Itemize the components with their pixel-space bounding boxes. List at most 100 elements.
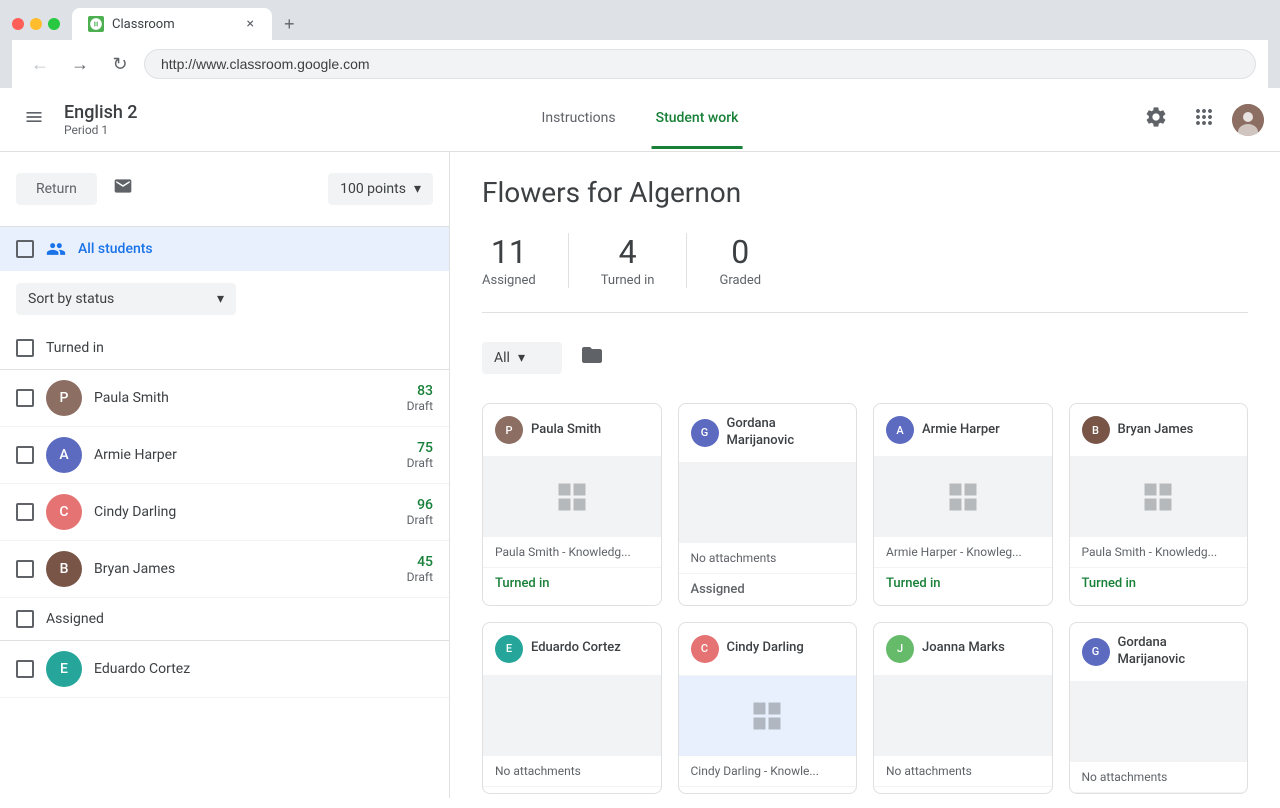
apps-button[interactable]: [1184, 97, 1224, 143]
thumbnail-grid-icon-4: [749, 698, 785, 734]
bryan-james-checkbox[interactable]: [16, 560, 34, 578]
card-header-gordana-2: G Gordana Marijanovic: [1070, 623, 1248, 682]
email-button[interactable]: [105, 168, 141, 210]
main-layout: Return 100 points ▾ All students Sort by…: [0, 152, 1280, 798]
stat-graded: 0 Graded: [719, 233, 793, 288]
classroom-app: English 2 Period 1 Instructions Student …: [0, 88, 1280, 808]
points-selector[interactable]: 100 points ▾: [328, 173, 433, 205]
cindy-darling-grade: 96 Draft: [407, 497, 433, 527]
folder-button[interactable]: [574, 337, 610, 379]
card-attachment-eduardo-cortez: No attachments: [483, 756, 661, 787]
stat-graded-label: Graded: [719, 273, 761, 288]
card-gordana-marijanovic-1[interactable]: G Gordana Marijanovic No attachments Ass…: [678, 403, 858, 606]
card-name-eduardo-cortez: Eduardo Cortez: [531, 640, 621, 657]
paula-smith-checkbox[interactable]: [16, 389, 34, 407]
tab-student-work[interactable]: Student work: [652, 90, 743, 149]
course-info: English 2 Period 1: [64, 102, 138, 137]
stat-graded-number: 0: [719, 233, 761, 271]
filter-row: All ▾: [482, 337, 1248, 379]
eduardo-cortez-avatar: E: [46, 651, 82, 687]
tab-bar: Classroom × +: [12, 8, 1268, 40]
assignment-title: Flowers for Algernon: [482, 176, 1248, 209]
card-avatar-bryan-james: B: [1082, 416, 1110, 444]
student-row-paula-smith[interactable]: P Paula Smith 83 Draft: [0, 370, 449, 427]
eduardo-cortez-name: Eduardo Cortez: [94, 661, 433, 677]
student-row-armie-harper[interactable]: A Armie Harper 75 Draft: [0, 427, 449, 484]
paula-smith-grade: 83 Draft: [407, 383, 433, 413]
armie-harper-grade: 75 Draft: [407, 440, 433, 470]
active-browser-tab[interactable]: Classroom ×: [72, 8, 272, 40]
card-joanna-marks[interactable]: J Joanna Marks No attachments: [873, 622, 1053, 794]
card-thumbnail-gordana-2: [1070, 682, 1248, 762]
course-subtitle: Period 1: [64, 123, 138, 137]
browser-chrome: Classroom × + ← → ↻: [0, 0, 1280, 88]
card-armie-harper[interactable]: A Armie Harper Armie Harper - Knowleg...…: [873, 403, 1053, 606]
avatar[interactable]: [1232, 104, 1264, 136]
tab-close-button[interactable]: ×: [245, 14, 256, 34]
card-attachment-armie-harper: Armie Harper - Knowleg...: [874, 537, 1052, 568]
cindy-darling-checkbox[interactable]: [16, 503, 34, 521]
card-paula-smith[interactable]: P Paula Smith Paula Smith - Knowledg... …: [482, 403, 662, 606]
assigned-section-checkbox[interactable]: [16, 610, 34, 628]
card-name-gordana-2: Gordana Marijanovic: [1118, 635, 1236, 669]
paula-smith-name: Paula Smith: [94, 390, 395, 406]
armie-harper-checkbox[interactable]: [16, 446, 34, 464]
sidebar-actions: Return 100 points ▾: [0, 152, 449, 227]
student-row-bryan-james[interactable]: B Bryan James 45 Draft: [0, 541, 449, 598]
settings-button[interactable]: [1136, 97, 1176, 143]
tab-favicon: [88, 16, 104, 32]
address-bar[interactable]: [144, 49, 1256, 79]
forward-button[interactable]: →: [64, 48, 96, 80]
card-header-cindy-darling: C Cindy Darling: [679, 623, 857, 676]
card-bryan-james[interactable]: B Bryan James Paula Smith - Knowledg... …: [1069, 403, 1249, 606]
all-students-checkbox[interactable]: [16, 240, 34, 258]
card-thumbnail-joanna-marks: [874, 676, 1052, 756]
card-eduardo-cortez[interactable]: E Eduardo Cortez No attachments: [482, 622, 662, 794]
turned-in-section-header: Turned in: [0, 327, 449, 370]
card-avatar-paula-smith: P: [495, 416, 523, 444]
close-traffic-light[interactable]: [12, 18, 24, 30]
card-header-armie-harper: A Armie Harper: [874, 404, 1052, 457]
hamburger-menu-button[interactable]: [16, 99, 52, 141]
stat-turned-in-number: 4: [601, 233, 655, 271]
minimize-traffic-light[interactable]: [30, 18, 42, 30]
all-students-label: All students: [78, 241, 153, 257]
sidebar: Return 100 points ▾ All students Sort by…: [0, 152, 450, 798]
traffic-lights: [12, 18, 60, 30]
sort-row: Sort by status ▾: [0, 271, 449, 327]
browser-controls: ← → ↻: [12, 40, 1268, 88]
eduardo-cortez-checkbox[interactable]: [16, 660, 34, 678]
card-status-paula-smith: Turned in: [483, 568, 661, 599]
student-row-eduardo-cortez[interactable]: E Eduardo Cortez: [0, 641, 449, 698]
card-gordana-marijanovic-2[interactable]: G Gordana Marijanovic No attachments: [1069, 622, 1249, 794]
card-thumbnail-armie-harper: [874, 457, 1052, 537]
return-button[interactable]: Return: [16, 173, 97, 205]
sort-by-status-select[interactable]: Sort by status ▾: [16, 283, 236, 315]
card-avatar-gordana-2: G: [1082, 638, 1110, 666]
thumbnail-grid-icon-2: [945, 479, 981, 515]
back-button[interactable]: ←: [24, 48, 56, 80]
card-header-bryan-james: B Bryan James: [1070, 404, 1248, 457]
card-attachment-bryan-james: Paula Smith - Knowledg...: [1070, 537, 1248, 568]
student-row-cindy-darling[interactable]: C Cindy Darling 96 Draft: [0, 484, 449, 541]
maximize-traffic-light[interactable]: [48, 18, 60, 30]
points-label: 100 points: [340, 181, 406, 197]
filter-select[interactable]: All ▾: [482, 342, 562, 374]
stat-assigned: 11 Assigned: [482, 233, 569, 288]
nav-tabs: Instructions Student work: [538, 90, 743, 149]
card-attachment-gordana-1: No attachments: [679, 543, 857, 574]
card-header-paula-smith: P Paula Smith: [483, 404, 661, 457]
refresh-button[interactable]: ↻: [104, 48, 136, 80]
all-students-row[interactable]: All students: [0, 227, 449, 271]
student-cards-grid: P Paula Smith Paula Smith - Knowledg... …: [482, 403, 1248, 794]
card-header-joanna-marks: J Joanna Marks: [874, 623, 1052, 676]
card-attachment-joanna-marks: No attachments: [874, 756, 1052, 787]
tab-instructions[interactable]: Instructions: [538, 90, 620, 149]
card-attachment-cindy-darling: Cindy Darling - Knowle...: [679, 756, 857, 787]
card-attachment-paula-smith: Paula Smith - Knowledg...: [483, 537, 661, 568]
card-cindy-darling[interactable]: C Cindy Darling Cindy Darling - Knowle..…: [678, 622, 858, 794]
assigned-section-label: Assigned: [46, 611, 104, 627]
new-tab-button[interactable]: +: [276, 10, 303, 39]
turned-in-section-checkbox[interactable]: [16, 339, 34, 357]
filter-label: All: [494, 350, 510, 366]
